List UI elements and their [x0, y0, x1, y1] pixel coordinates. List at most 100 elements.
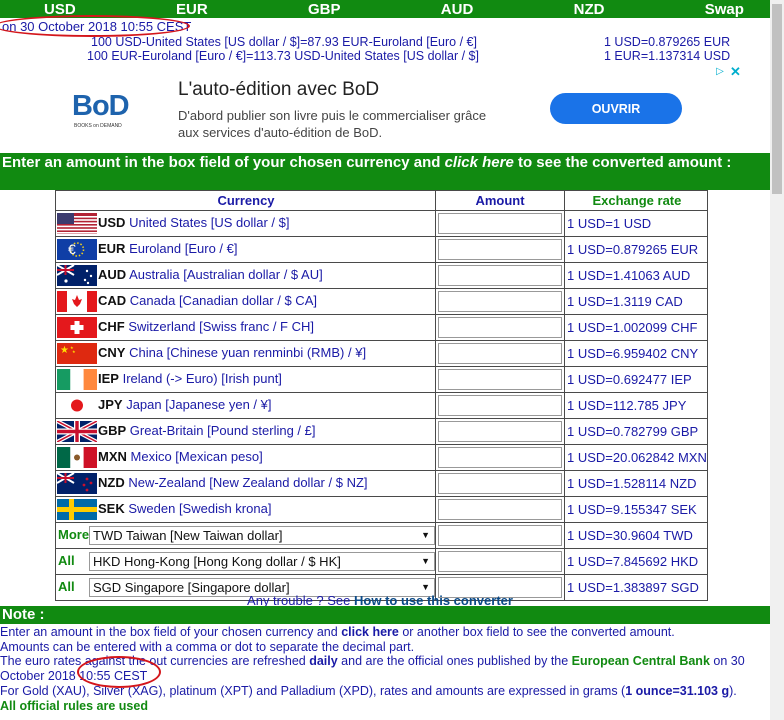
currency-cell: USD United States [US dollar / $]	[55, 210, 436, 237]
exchange-rate-link[interactable]: 1 USD=1.41063 AUD	[564, 262, 708, 289]
exchange-rate-link[interactable]: 1 USD=7.845692 HKD	[564, 548, 708, 575]
currency-name-link[interactable]: China [Chinese yuan renminbi (RMB) / ¥]	[129, 345, 366, 360]
amount-input-chf[interactable]	[438, 317, 562, 338]
currency-cell: NZD New-Zealand [New Zealand dollar / $ …	[55, 470, 436, 497]
amount-input-iep[interactable]	[438, 369, 562, 390]
amount-input-jpy[interactable]	[438, 395, 562, 416]
currency-code: CAD	[98, 292, 127, 308]
currency-cell: MXN Mexico [Mexican peso]	[55, 444, 436, 471]
amount-input[interactable]	[438, 551, 562, 572]
amount-input-mxn[interactable]	[438, 447, 562, 468]
currency-cell: AUD Australia [Australian dollar / $ AU]	[55, 262, 436, 289]
scrollbar-thumb[interactable]	[772, 4, 782, 194]
exchange-rate-link[interactable]: 1 USD=9.155347 SEK	[564, 496, 708, 523]
ad-title[interactable]: L'auto-édition avec BoD	[178, 79, 379, 101]
summary-rate-right: 1 EUR=1.137314 USD	[604, 49, 731, 63]
nav-gbp[interactable]: GBP	[308, 1, 341, 18]
currency-name-link[interactable]: Euroland [Euro / €]	[129, 241, 237, 256]
amount-cell	[435, 210, 565, 237]
amount-input-sek[interactable]	[438, 499, 562, 520]
amount-input-eur[interactable]	[438, 239, 562, 260]
currency-name-link[interactable]: Great-Britain [Pound sterling / £]	[130, 423, 316, 438]
exchange-rate-link[interactable]: 1 USD=0.782799 GBP	[564, 418, 708, 445]
currency-code: USD	[98, 214, 126, 230]
amount-cell	[435, 444, 565, 471]
ecb-link[interactable]: European Central Bank	[572, 654, 710, 668]
currency-code: AUD	[98, 266, 127, 282]
currency-name-link[interactable]: Canada [Canadian dollar / $ CA]	[130, 293, 317, 308]
currency-code: EUR	[98, 240, 126, 256]
currency-name-link[interactable]: New-Zealand [New Zealand dollar / $ NZ]	[128, 475, 367, 490]
ad-open-button[interactable]: OUVRIR	[550, 93, 682, 124]
ad-close-icon[interactable]: ✕	[730, 65, 742, 78]
currency-code: SEK	[98, 500, 125, 516]
currency-name-link[interactable]: Australia [Australian dollar / $ AU]	[129, 267, 323, 282]
note-click-here-link[interactable]: click here	[341, 625, 399, 639]
currency-name-link[interactable]: Ireland (-> Euro) [Irish punt]	[123, 371, 282, 386]
summary-rate-left: 100 USD-United States [US dollar / $]=87…	[91, 35, 477, 49]
amount-input-cny[interactable]	[438, 343, 562, 364]
currency-row-iep: IEP Ireland (-> Euro) [Irish punt] 1 USD=…	[55, 366, 708, 393]
currency-cell: JPY Japan [Japanese yen / ¥]	[55, 392, 436, 419]
currency-code: IEP	[98, 370, 119, 386]
note-heading: Note :	[0, 606, 770, 624]
currency-name-link[interactable]: Mexico [Mexican peso]	[131, 449, 263, 464]
note-line: Enter an amount in the box field of your…	[0, 625, 675, 639]
mx-flag-icon	[57, 447, 97, 468]
currency-cell: GBP Great-Britain [Pound sterling / £]	[55, 418, 436, 445]
se-flag-icon	[57, 499, 97, 520]
currency-name-link[interactable]: Switzerland [Swiss franc / F CH]	[128, 319, 314, 334]
currency-row-mxn: MXN Mexico [Mexican peso] 1 USD=20.062842…	[55, 444, 708, 471]
exchange-rate-link[interactable]: 1 USD=1.002099 CHF	[564, 314, 708, 341]
currency-name-link[interactable]: Japan [Japanese yen / ¥]	[126, 397, 271, 412]
currency-row-usd: USD United States [US dollar / $] 1 USD=1…	[55, 210, 708, 237]
summary-rate-row: 100 USD-United States [US dollar / $]=87…	[0, 35, 770, 49]
currency-name-link[interactable]: United States [US dollar / $]	[129, 215, 289, 230]
note-line: Amounts can be entered with a comma or d…	[0, 639, 415, 654]
currency-row-cad: CAD Canada [Canadian dollar / $ CA] 1 USD…	[55, 288, 708, 315]
ad-info-icon[interactable]: ▷	[714, 66, 726, 78]
au-flag-icon	[56, 264, 97, 286]
currency-row-chf: CHF Switzerland [Swiss franc / F CH] 1 US…	[55, 314, 708, 341]
advertisement[interactable]: BoD BOOKS on DEMAND L'auto-édition avec …	[16, 64, 746, 154]
select-row: More TWD Taiwan [New Taiwan dollar] ▼ 1 USD…	[55, 522, 708, 549]
exchange-rate-link[interactable]: 1 USD=6.959402 CNY	[564, 340, 708, 367]
exchange-rate-link[interactable]: 1 USD=1 USD	[564, 210, 708, 237]
amount-input-usd[interactable]	[438, 213, 562, 234]
currency-row-cny: ★ ★ ★ CNY China [Chinese yuan renminbi (RMB…	[55, 340, 708, 367]
exchange-rate-link[interactable]: 1 USD=0.879265 EUR	[564, 236, 708, 263]
exchange-rate-link[interactable]: 1 USD=0.692477 IEP	[564, 366, 708, 393]
nav-aud[interactable]: AUD	[441, 1, 474, 18]
currency-code: MXN	[98, 448, 127, 464]
currency-row-sek: SEK Sweden [Swedish krona] 1 USD=9.155347…	[55, 496, 708, 523]
amount-input-cad[interactable]	[438, 291, 562, 312]
red-annotation-circle	[77, 656, 161, 688]
nav-nzd[interactable]: NZD	[574, 1, 605, 18]
amount-input-nzd[interactable]	[438, 473, 562, 494]
amount-input-aud[interactable]	[438, 265, 562, 286]
jp-flag-icon	[57, 395, 97, 416]
vertical-scrollbar[interactable]	[770, 0, 784, 720]
amount-input-gbp[interactable]	[438, 421, 562, 442]
click-here-link[interactable]: click here	[445, 154, 514, 171]
currency-code: JPY	[98, 396, 123, 412]
currency-cell: CAD Canada [Canadian dollar / $ CA]	[55, 288, 436, 315]
currency-name-link[interactable]: Sweden [Swedish krona]	[128, 501, 271, 516]
nav-swap[interactable]: Swap	[705, 1, 744, 18]
exchange-rate-link[interactable]: 1 USD=1.3119 CAD	[564, 288, 708, 315]
more-link[interactable]: All	[57, 553, 89, 568]
currency-select[interactable]: HKD Hong-Kong [Hong Kong dollar / $ HK] ▼	[89, 552, 435, 571]
amount-input[interactable]	[438, 525, 562, 546]
more-link[interactable]: All	[57, 579, 89, 594]
exchange-rate-link[interactable]: 1 USD=30.9604 TWD	[564, 522, 708, 549]
red-annotation-circle	[0, 15, 190, 37]
exchange-rate-link[interactable]: 1 USD=1.528114 NZD	[564, 470, 708, 497]
currency-row-aud: AUD Australia [Australian dollar / $ AU]…	[55, 262, 708, 289]
currency-select[interactable]: TWD Taiwan [New Taiwan dollar] ▼	[89, 526, 435, 545]
amount-header: Amount	[435, 190, 565, 211]
more-link[interactable]: More	[57, 527, 89, 542]
nav-eur[interactable]: EUR	[176, 1, 208, 18]
exchange-rate-link[interactable]: 1 USD=112.785 JPY	[564, 392, 708, 419]
exchange-rate-link[interactable]: 1 USD=20.062842 MXN	[564, 444, 708, 471]
amount-cell	[435, 314, 565, 341]
